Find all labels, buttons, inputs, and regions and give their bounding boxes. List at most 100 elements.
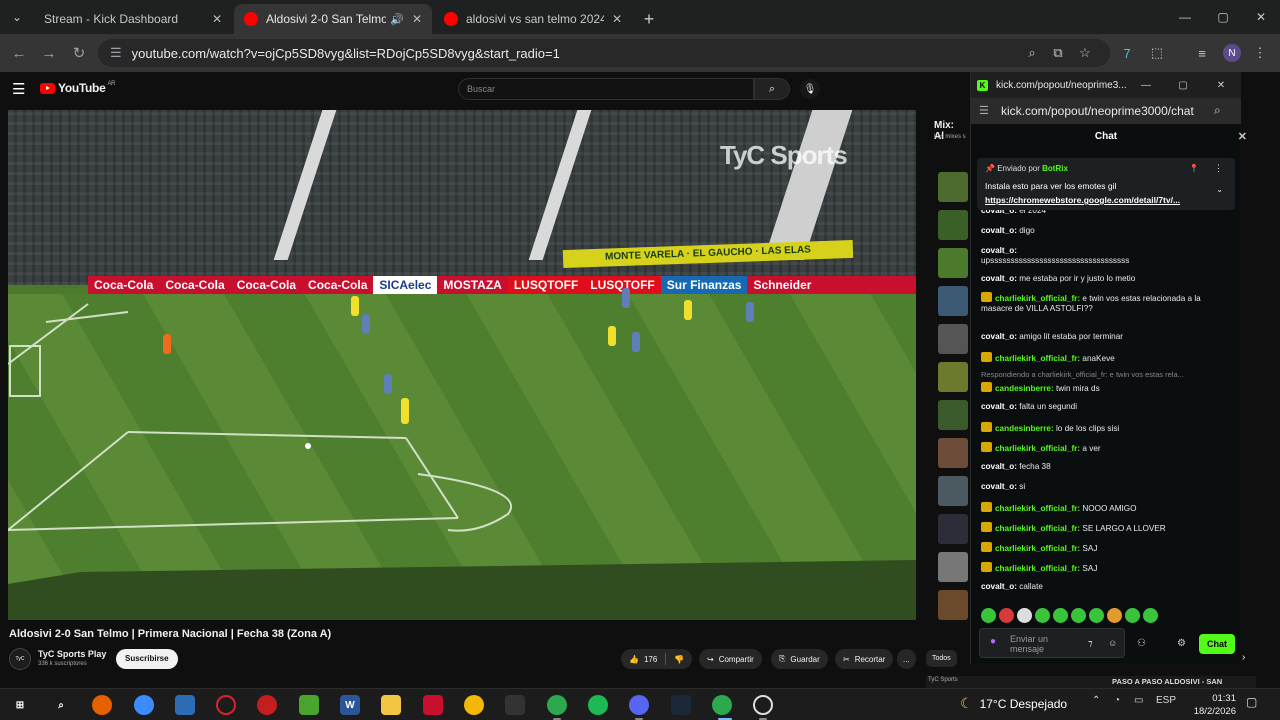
recommendation-thumbnail[interactable] (938, 552, 968, 582)
speaker-icon[interactable]: 🔊 (390, 13, 404, 26)
hamburger-menu-icon[interactable]: ☰ (12, 80, 25, 98)
new-tab-button[interactable]: + (634, 4, 664, 34)
chat-username[interactable]: covalt_o: (981, 582, 1017, 591)
site-info-icon[interactable]: ☰ (110, 45, 122, 61)
word-icon[interactable]: W (340, 695, 360, 715)
chevron-up-icon[interactable]: ⌃ (1092, 695, 1100, 706)
monitor-icon[interactable]: ▭ (1134, 695, 1143, 706)
chat-username[interactable]: charliekirk_official_fr: (995, 354, 1080, 363)
like-button[interactable]: 👍 176 👎 (621, 649, 693, 669)
channel-avatar[interactable]: TyC (9, 648, 31, 670)
chat-username[interactable]: covalt_o: (981, 246, 1017, 255)
notification-icon[interactable]: ▢ (1246, 695, 1257, 709)
app-icon[interactable] (423, 695, 443, 715)
opera-gx-icon[interactable] (257, 695, 277, 715)
unpin-icon[interactable]: 📍 (1189, 164, 1199, 173)
language-indicator[interactable]: ESP (1156, 695, 1176, 706)
chat-username[interactable]: covalt_o: (981, 462, 1017, 471)
copilot-icon[interactable] (134, 695, 154, 715)
gear-icon[interactable]: ⚙ (1177, 638, 1186, 649)
browser-menu-icon[interactable]: ⋮ (1250, 43, 1270, 63)
recommendation-thumbnail[interactable] (938, 324, 968, 354)
emote[interactable] (1107, 608, 1122, 623)
app-icon[interactable] (505, 695, 525, 715)
steam-icon[interactable] (671, 695, 691, 715)
chat-username[interactable]: covalt_o: (981, 402, 1017, 411)
news-strip[interactable]: TyC Sports PASO A PASO ALDOSIVI - SAN (926, 676, 1256, 688)
chat-username[interactable]: candesinberre: (995, 384, 1054, 393)
chat-username[interactable]: candesinberre: (995, 424, 1054, 433)
seventv-icon[interactable]: ⁊ (1088, 638, 1092, 649)
chat-input[interactable]: ● Enviar un mensaje ⁊ ☺ (979, 628, 1125, 658)
users-icon[interactable]: ⚇ (1137, 638, 1146, 649)
recommendation-thumbnail[interactable] (938, 362, 968, 392)
emote[interactable] (981, 608, 996, 623)
wifi-icon[interactable]: ◔ (1114, 695, 1120, 706)
clip-button[interactable]: ✂ Recortar (835, 649, 894, 669)
url-field[interactable]: ☰ youtube.com/watch?v=ojCp5SD8vyg&list=R… (98, 39, 1110, 67)
recommendation-thumbnail[interactable] (938, 590, 968, 620)
close-window-icon[interactable]: ✕ (1213, 77, 1229, 93)
recommendation-thumbnail[interactable] (938, 438, 968, 468)
obs-icon[interactable] (753, 695, 773, 715)
weather-widget[interactable]: ☾ 17°C Despejado (960, 695, 1067, 712)
save-button[interactable]: ⎘ Guardar (771, 649, 828, 669)
chat-username[interactable]: covalt_o: (981, 332, 1017, 341)
firefox-icon[interactable] (92, 695, 112, 715)
tab-aldosivi-video[interactable]: Aldosivi 2-0 San Telmo | Pri 🔊 ✕ (234, 4, 432, 34)
extensions-icon[interactable]: ⬚ (1147, 43, 1167, 63)
recommendation-thumbnail[interactable] (938, 248, 968, 278)
recommendation-thumbnail[interactable] (938, 210, 968, 240)
search-button[interactable]: ⌕ (754, 78, 790, 100)
more-actions-button[interactable]: ... (897, 649, 916, 669)
kick-url[interactable]: kick.com/popout/neoprime3000/chat (1001, 104, 1194, 118)
thumbs-down-icon[interactable]: 👎 (674, 655, 684, 664)
emote[interactable] (1035, 608, 1050, 623)
chrome-profile-icon[interactable] (712, 695, 732, 715)
emote[interactable] (1071, 608, 1086, 623)
chat-username[interactable]: covalt_o: (981, 274, 1017, 283)
forward-icon[interactable]: → (34, 38, 64, 68)
cast-icon[interactable]: ⧉ (1048, 43, 1068, 63)
chat-username[interactable]: covalt_o: (981, 226, 1017, 235)
youtube-logo[interactable]: YouTube AR (40, 81, 115, 95)
profile-avatar[interactable]: N (1223, 44, 1241, 62)
close-window-icon[interactable]: ✕ (1242, 0, 1280, 34)
pinned-link[interactable]: https://chromewebstore.google.com/detail… (985, 195, 1215, 205)
recommendation-thumbnail[interactable] (938, 476, 968, 506)
chat-username[interactable]: charliekirk_official_fr: (995, 294, 1080, 303)
emote[interactable] (999, 608, 1014, 623)
recommendation-thumbnail[interactable] (938, 514, 968, 544)
opera-icon[interactable] (216, 695, 236, 715)
site-info-icon[interactable]: ☰ (979, 104, 989, 117)
subscribe-button[interactable]: Suscribirse (116, 649, 178, 669)
send-chat-button[interactable]: Chat (1199, 634, 1235, 654)
chevron-down-icon[interactable]: ⌄ (1216, 185, 1223, 194)
emote[interactable] (1125, 608, 1140, 623)
close-tab-icon[interactable]: ✕ (212, 12, 222, 26)
search-input[interactable]: Buscar (458, 78, 754, 100)
close-icon[interactable]: ✕ (1238, 124, 1247, 150)
chat-username[interactable]: covalt_o: (981, 482, 1017, 491)
chip-todos[interactable]: Todos (926, 650, 957, 667)
spotify-icon[interactable] (588, 695, 608, 715)
chat-username[interactable]: charliekirk_official_fr: (995, 504, 1080, 513)
zoom-icon[interactable]: ⌕ (1022, 43, 1042, 63)
chat-username[interactable]: charliekirk_official_fr: (995, 444, 1080, 453)
windows-start-icon[interactable]: ⊞ (10, 695, 30, 715)
reload-icon[interactable]: ↻ (64, 38, 94, 68)
media-controls-icon[interactable]: ≡ (1192, 43, 1212, 63)
close-tab-icon[interactable]: ✕ (412, 12, 422, 26)
minimize-icon[interactable]: — (1138, 77, 1154, 93)
recommendation-thumbnail[interactable] (938, 400, 968, 430)
defender-icon[interactable] (175, 695, 195, 715)
minecraft-icon[interactable] (299, 695, 319, 715)
emote[interactable] (1017, 608, 1032, 623)
tab-kick-dashboard[interactable]: K Stream - Kick Dashboard ✕ (34, 4, 1018, 90)
voice-search-icon[interactable]: 🎙 (800, 79, 820, 99)
recommendation-thumbnail[interactable] (938, 172, 968, 202)
minimize-icon[interactable]: — (1166, 0, 1204, 34)
close-tab-icon[interactable]: ✕ (612, 12, 622, 26)
tab-search-icon[interactable]: ⌄ (0, 0, 34, 34)
back-icon[interactable]: ← (4, 38, 34, 68)
